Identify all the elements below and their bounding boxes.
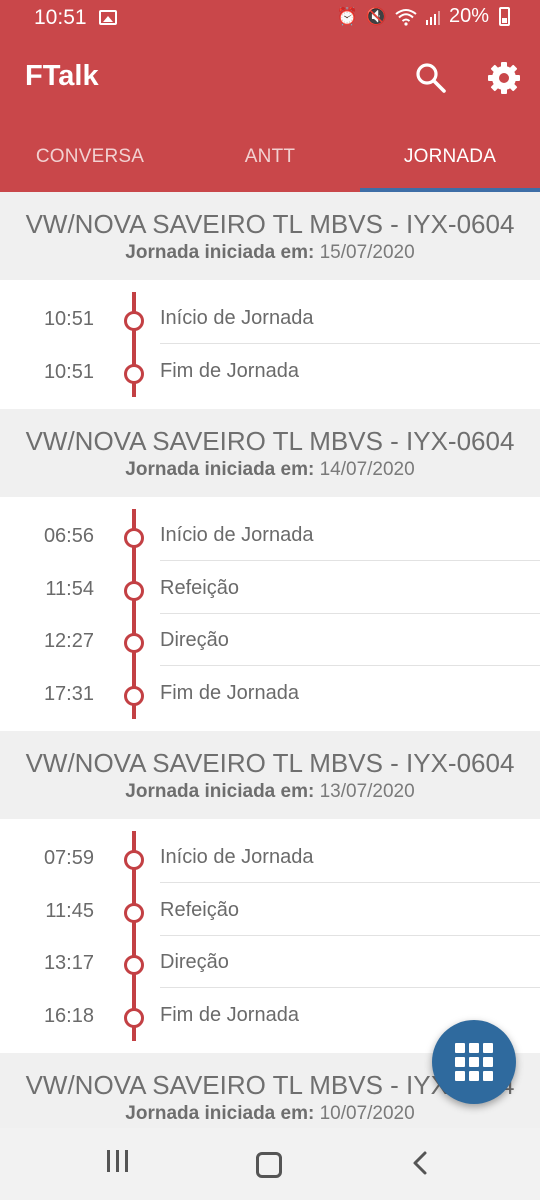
event-label: Início de Jornada [160,509,540,561]
journey-timeline: 07:59 Início de Jornada 11:45 Refeição 1… [0,819,540,1053]
settings-gear-icon[interactable] [486,60,522,96]
top-bar: 10:51 ⏰ 🔇 20% FTalk CONVERSA ANTT JORNAD… [0,0,540,192]
search-icon[interactable] [414,61,448,95]
journey-start: Jornada iniciada em: 14/07/2020 [0,457,540,483]
journey-start: Jornada iniciada em: 13/07/2020 [0,779,540,805]
timeline-event[interactable]: 07:59 Início de Jornada [0,831,540,884]
event-time: 13:17 [43,952,94,974]
vehicle-name: VW/NOVA SAVEIRO TL MBVS - IYX-0604 [25,426,515,456]
event-time: 16:18 [43,1004,94,1027]
timeline-dot [124,363,144,384]
event-time: 17:31 [43,682,94,705]
status-bar: 10:51 ⏰ 🔇 20% [0,0,540,36]
journey-header: VW/NOVA SAVEIRO TL MBVS - IYX-0604 Jorna… [0,409,540,497]
journey-list[interactable]: VW/NOVA SAVEIRO TL MBVS - IYX-0604 Jorna… [0,192,540,1128]
timeline-dot [124,902,144,923]
status-time: 10:51 [34,6,87,29]
started-date: 14/07/2020 [319,459,415,480]
tab-jornada[interactable]: JORNADA [360,130,540,192]
event-label: Refeição [160,562,540,614]
timeline-event[interactable]: 12:27 Direção [0,614,540,667]
timeline-event[interactable]: 13:17 Direção [0,936,540,989]
started-date: 15/07/2020 [319,242,415,263]
tab-conversa[interactable]: CONVERSA [0,130,180,192]
event-label: Fim de Jornada [160,681,299,704]
timeline-dot [124,685,144,706]
event-label: Fim de Jornada [160,359,299,382]
journey-start: Jornada iniciada em: 15/07/2020 [0,240,540,266]
battery-percent: 20% [448,5,489,27]
home-icon[interactable] [256,1152,282,1178]
started-date: 13/07/2020 [319,781,415,802]
event-time: 10:51 [43,360,94,383]
timeline-event[interactable]: 10:51 Início de Jornada [0,292,540,345]
event-time: 07:59 [43,847,94,869]
timeline-event[interactable]: 11:45 Refeição [0,884,540,937]
journey-header: VW/NOVA SAVEIRO TL MBVS - IYX-0604 Jorna… [0,192,540,280]
journey-start: Jornada iniciada em: 10/07/2020 [0,1101,540,1127]
event-label: Direção [160,936,540,988]
timeline-dot [124,311,144,331]
timeline-dot [124,1007,144,1028]
started-date: 10/07/2020 [319,1103,415,1124]
app-title: FTalk [25,60,99,92]
event-label: Início de Jornada [160,831,540,883]
tab-antt[interactable]: ANTT [180,130,360,192]
signal-icon [425,10,440,25]
timeline-event[interactable]: 10:51 Fim de Jornada [0,345,540,398]
grid-menu-fab[interactable] [432,1020,516,1104]
journey-timeline: 06:56 Início de Jornada 11:54 Refeição 1… [0,497,540,731]
event-time: 11:45 [45,899,94,922]
tab-bar: CONVERSA ANTT JORNADA [0,130,540,192]
event-time: 06:56 [43,525,94,547]
system-nav-bar [0,1128,540,1200]
grid-menu-icon [455,1043,493,1081]
recent-apps-icon[interactable] [104,1150,130,1176]
started-label: Jornada iniciada em: [125,1103,315,1124]
event-time: 11:54 [45,577,94,600]
timeline-dot [124,580,144,601]
started-label: Jornada iniciada em: [125,242,315,263]
started-label: Jornada iniciada em: [125,781,315,802]
timeline-dot [124,528,144,548]
timeline-dot [124,633,144,653]
event-label: Início de Jornada [160,292,540,344]
gallery-icon [99,10,117,25]
status-icons: ⏰ 🔇 20% [337,5,510,28]
event-time: 10:51 [43,308,94,330]
battery-icon [499,7,510,26]
alarm-icon: ⏰ [336,6,358,26]
back-icon[interactable] [410,1150,430,1176]
timeline-dot [124,955,144,975]
event-label: Refeição [160,884,540,936]
vehicle-name: VW/NOVA SAVEIRO TL MBVS - IYX-0604 [25,748,515,778]
event-time: 12:27 [43,630,94,652]
timeline-event[interactable]: 17:31 Fim de Jornada [0,667,540,720]
wifi-icon [395,8,417,26]
timeline-dot [124,850,144,870]
started-label: Jornada iniciada em: [125,459,315,480]
journey-timeline: 10:51 Início de Jornada 10:51 Fim de Jor… [0,280,540,409]
vehicle-name: VW/NOVA SAVEIRO TL MBVS - IYX-0604 [25,209,515,239]
mute-icon: 🔇 [365,6,387,26]
timeline-event[interactable]: 11:54 Refeição [0,562,540,615]
event-label: Direção [160,614,540,666]
timeline-event[interactable]: 06:56 Início de Jornada [0,509,540,562]
journey-header: VW/NOVA SAVEIRO TL MBVS - IYX-0604 Jorna… [0,731,540,819]
